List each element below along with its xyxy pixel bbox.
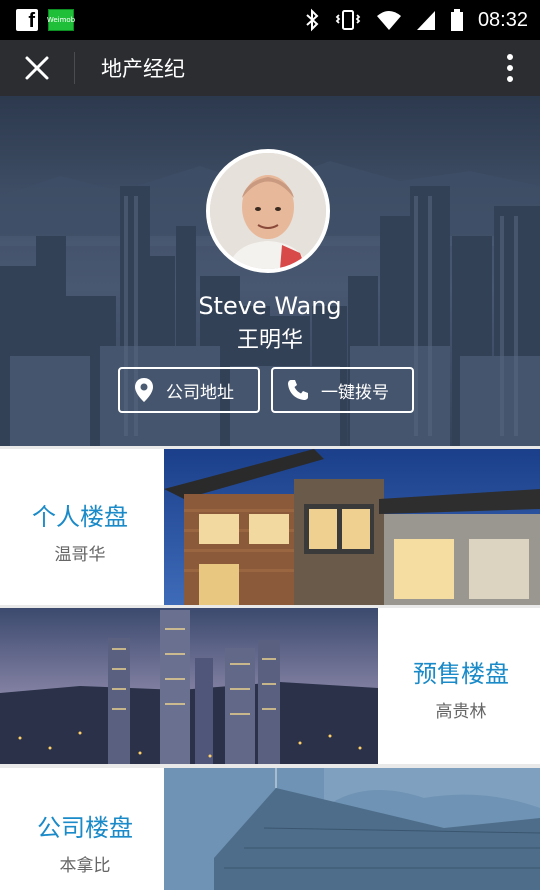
facebook-icon: f (16, 9, 38, 31)
more-menu-button[interactable] (480, 40, 540, 96)
listing-company[interactable]: 公司楼盘 本拿比 (0, 768, 540, 890)
house-photo (164, 449, 540, 605)
clock: 08:32 (477, 8, 528, 31)
bluetooth-icon (306, 8, 319, 32)
vibrate-icon (335, 10, 361, 30)
listing-personal-text: 个人楼盘 温哥华 (0, 497, 160, 565)
listing-title: 预售楼盘 (413, 660, 509, 688)
company-address-button[interactable]: 公司地址 (118, 367, 260, 413)
one-key-call-button[interactable]: 一键拨号 (271, 367, 414, 413)
listing-title: 个人楼盘 (32, 503, 128, 531)
listing-subtitle: 本拿比 (59, 856, 111, 876)
agent-hero: Steve Wang 王明华 公司地址 一键拨号 (0, 96, 540, 446)
one-key-call-label: 一键拨号 (321, 382, 389, 403)
weimob-app-icon: Weimob (46, 9, 76, 31)
weimob-app-label: Weimob (46, 16, 76, 24)
listing-subtitle: 温哥华 (54, 545, 106, 565)
company-building-photo (164, 768, 540, 890)
wifi-icon (376, 11, 401, 30)
listing-personal[interactable]: 个人楼盘 温哥华 (0, 449, 540, 605)
agent-photo (210, 153, 326, 269)
app-bar: 地产经纪 (0, 40, 540, 96)
status-bar: f Weimob 08:32 (0, 0, 540, 40)
listing-presale-text: 预售楼盘 高贵林 (382, 654, 540, 722)
close-button[interactable] (0, 40, 74, 96)
app-bar-divider (74, 52, 75, 84)
city-towers-image (0, 608, 378, 764)
more-vertical-icon (507, 54, 513, 82)
modern-house-image (164, 449, 540, 605)
agent-name-cn: 王明华 (236, 328, 303, 353)
presale-towers-photo (0, 608, 378, 764)
cell-signal-icon (416, 11, 435, 30)
agent-avatar (206, 149, 330, 273)
listing-presale[interactable]: 预售楼盘 高贵林 (0, 608, 540, 764)
listing-title: 公司楼盘 (37, 814, 133, 842)
listing-company-text: 公司楼盘 本拿比 (0, 808, 170, 876)
battery-icon (450, 9, 463, 31)
location-pin-icon (135, 378, 153, 402)
agent-name-en: Steve Wang (198, 292, 342, 320)
page-title: 地产经纪 (101, 57, 185, 81)
office-tower-image (164, 768, 540, 890)
phone-icon (288, 380, 308, 400)
company-address-label: 公司地址 (166, 382, 234, 403)
close-icon (25, 56, 49, 80)
listing-subtitle: 高贵林 (435, 702, 487, 722)
